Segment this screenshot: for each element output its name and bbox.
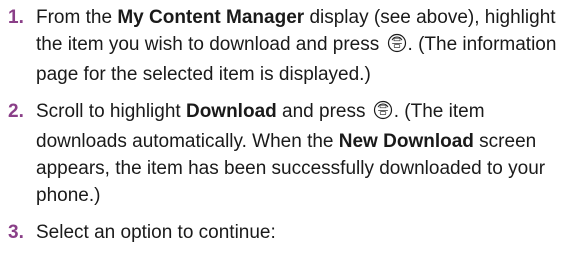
step-text: Select an option to continue: [36,219,572,246]
step-3: 3. Select an option to continue: [8,219,572,246]
step-text: Scroll to highlight Download and press .… [36,98,572,209]
step-text-segment: Scroll to highlight [36,101,186,122]
screen-name: My Content Manager [117,7,305,28]
step-text: From the My Content Manager display (see… [36,4,572,88]
step-number: 1. [8,7,24,28]
step-number: 3. [8,222,24,243]
step-text-segment: From the [36,7,118,28]
step-1: 1. From the My Content Manager display (… [8,4,572,88]
screen-name: New Download [338,131,474,152]
instruction-page: 1. From the My Content Manager display (… [0,0,580,269]
step-2: 2. Scroll to highlight Download and pres… [8,98,572,209]
step-text-segment: and press [276,101,371,122]
menu-ok-key-icon [387,33,407,61]
menu-option-name: Download [185,101,277,122]
menu-ok-key-icon [373,100,393,128]
step-number: 2. [8,101,24,122]
step-text-segment: Select an option to continue: [36,222,276,243]
